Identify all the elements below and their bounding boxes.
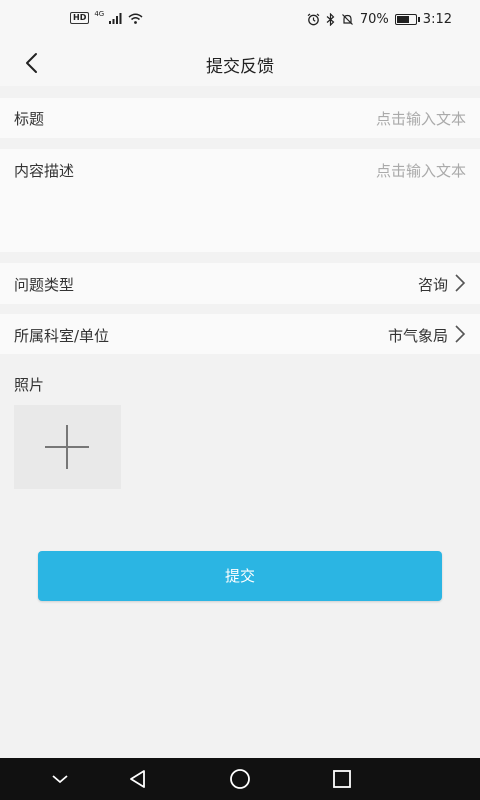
battery-fill [396, 16, 409, 23]
plus-icon [45, 425, 89, 469]
photo-label: 照片 [14, 376, 45, 394]
network-type: 4G [94, 10, 105, 18]
content-field-row[interactable]: 内容描述 点击输入文本 [0, 149, 480, 252]
wifi-icon [128, 13, 143, 24]
alarm-icon [307, 13, 320, 26]
signal-icon [109, 12, 122, 24]
battery-icon [394, 14, 420, 25]
back-triangle-icon[interactable] [126, 767, 150, 791]
page-title: 提交反馈 [206, 57, 274, 77]
add-photo-button[interactable] [14, 405, 121, 489]
battery-percent: 70% [359, 12, 389, 27]
title-input[interactable]: 点击输入文本 [376, 108, 466, 129]
bluetooth-icon [326, 13, 335, 26]
department-label: 所属科室/单位 [14, 327, 110, 345]
home-circle-icon[interactable] [228, 767, 252, 791]
department-value: 市气象局 [387, 327, 448, 345]
problem-type-label: 问题类型 [14, 276, 75, 294]
title-bar: 提交反馈 [0, 40, 480, 86]
problem-type-row[interactable]: 问题类型 咨询 [0, 263, 480, 304]
mute-icon [341, 14, 353, 25]
title-label: 标题 [14, 110, 45, 128]
submit-button[interactable]: 提交 [38, 551, 442, 601]
system-nav-bar [0, 758, 480, 800]
recent-apps-square-icon[interactable] [330, 767, 354, 791]
title-field-row[interactable]: 标题 点击输入文本 [0, 98, 480, 138]
clock: 3:12 [422, 12, 452, 27]
chevron-right-icon [455, 325, 466, 343]
status-left: HD 4G [70, 10, 143, 24]
content-label: 内容描述 [14, 162, 75, 180]
problem-type-value: 咨询 [417, 276, 448, 294]
department-row[interactable]: 所属科室/单位 市气象局 [0, 314, 480, 354]
status-bar: HD 4G 70% 3:12 [0, 0, 480, 40]
hd-badge: HD [70, 12, 90, 24]
status-right: 70% 3:12 [307, 12, 452, 27]
chevron-down-icon[interactable] [48, 767, 72, 791]
chevron-right-icon [455, 274, 466, 292]
content-textarea[interactable]: 点击输入文本 [376, 160, 466, 181]
